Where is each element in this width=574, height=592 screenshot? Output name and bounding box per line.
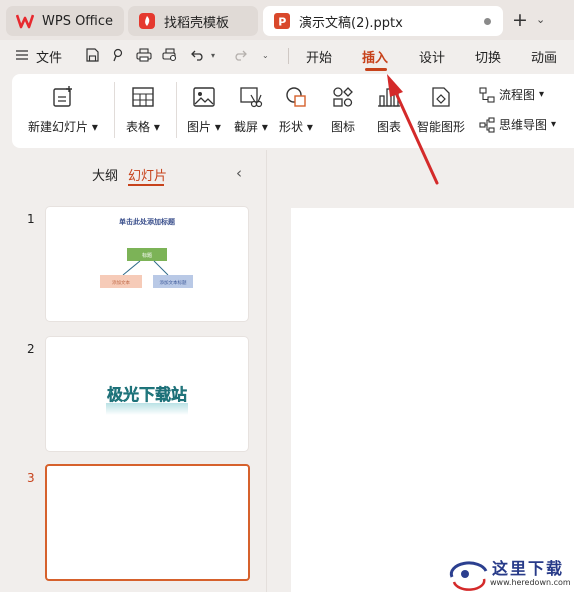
watermark-url: www.heredown.com <box>490 578 571 587</box>
watermark-logo-icon <box>449 561 488 591</box>
watermark: 这里下载 www.heredown.com <box>448 555 574 592</box>
annotation-arrow <box>387 74 439 185</box>
watermark-text: 这里下载 <box>492 559 565 578</box>
